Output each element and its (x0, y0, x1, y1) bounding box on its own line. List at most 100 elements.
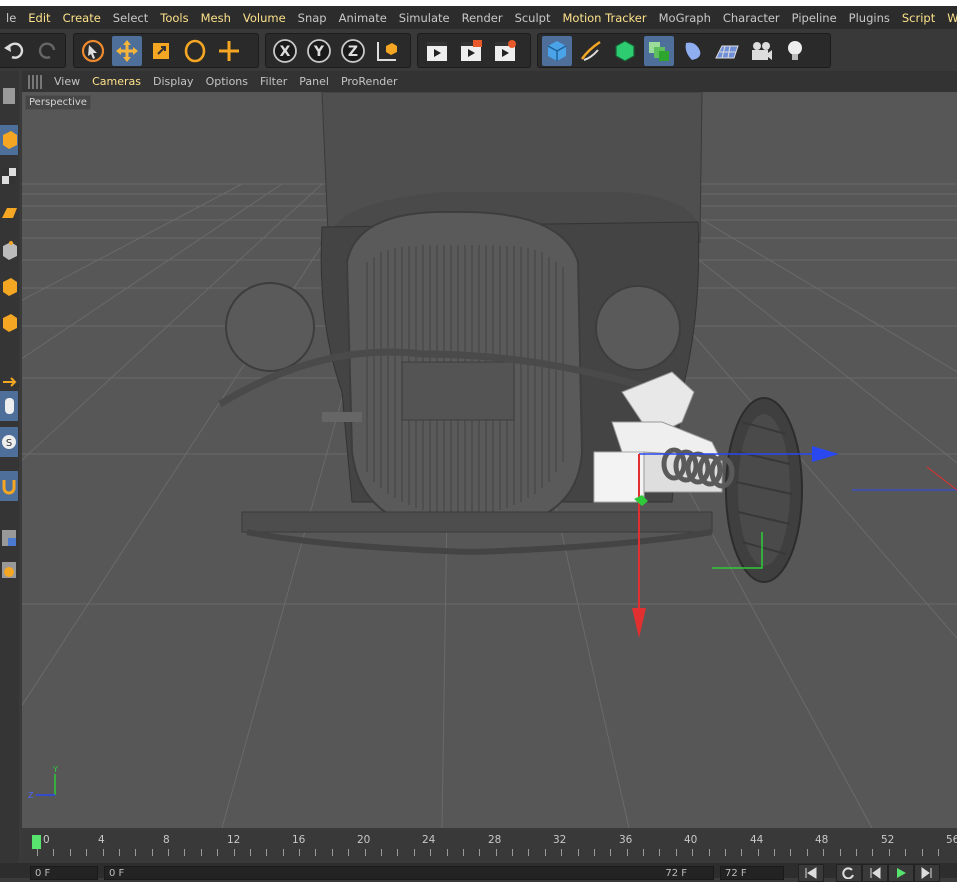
menu-simulate[interactable]: Simulate (393, 11, 456, 25)
floor-icon[interactable] (712, 36, 742, 66)
front-wheel (725, 397, 803, 583)
cube-primitive-icon[interactable] (542, 35, 572, 66)
lock-workplane-icon[interactable] (0, 523, 18, 553)
timeline-playhead[interactable] (32, 835, 41, 849)
world-axis-y-label: Y (52, 765, 58, 774)
timeline-frame-mark (184, 849, 186, 856)
z-axis-lock-icon[interactable]: Z (338, 36, 368, 66)
timeline-frame-mark (610, 849, 612, 856)
timeline-frame-mark (823, 849, 825, 856)
timeline-tick: 24 (422, 834, 436, 846)
step-forward-icon[interactable] (914, 864, 940, 882)
far-axis-hint (852, 466, 957, 491)
timeline-frame-mark (741, 849, 743, 856)
magnet-icon[interactable] (0, 471, 18, 501)
move-icon[interactable] (112, 35, 142, 66)
viewport-menu-view[interactable]: View (48, 75, 86, 88)
render-settings-icon[interactable] (490, 36, 520, 66)
deformer-icon[interactable] (678, 36, 708, 66)
goto-start-icon[interactable] (798, 864, 824, 882)
menu-motion-tracker[interactable]: Motion Tracker (556, 11, 652, 25)
timeline-frame-mark (266, 849, 268, 856)
menu-mograph[interactable]: MoGraph (653, 11, 717, 25)
scale-icon[interactable] (146, 36, 176, 66)
timeline-tick: 20 (357, 834, 371, 846)
timeline-frame-mark (888, 849, 890, 856)
viewport-menu-filter[interactable]: Filter (254, 75, 293, 88)
menu-mesh[interactable]: Mesh (195, 11, 237, 25)
menu-tools[interactable]: Tools (154, 11, 194, 25)
x-axis-lock-icon[interactable]: X (270, 36, 300, 66)
menu-create[interactable]: Create (57, 11, 107, 25)
texture-mode-icon[interactable] (0, 161, 18, 191)
perspective-viewport[interactable]: Y Z Perspective (22, 92, 957, 828)
menu-sculpt[interactable]: Sculpt (509, 11, 557, 25)
menu-select[interactable]: Select (107, 11, 154, 25)
svg-text:Y: Y (313, 44, 325, 60)
polygons-mode-icon[interactable] (0, 307, 18, 337)
menu-snap[interactable]: Snap (292, 11, 333, 25)
timeline-frame-mark (626, 849, 628, 856)
make-editable-icon[interactable] (0, 81, 18, 111)
menu-edit[interactable]: Edit (22, 11, 56, 25)
viewport-menu-display[interactable]: Display (147, 75, 200, 88)
menu-file[interactable]: le (0, 11, 22, 25)
timeline-frame-mark (643, 849, 645, 856)
live-selection-icon[interactable] (78, 36, 108, 66)
coordinate-system-icon[interactable] (372, 36, 402, 66)
timeline-frame-mark (233, 849, 235, 856)
play-backward-icon[interactable] (862, 864, 888, 882)
menu-window[interactable]: Window (941, 11, 957, 25)
timeline-frame-mark (118, 849, 120, 856)
timeline-frame-mark (86, 849, 88, 856)
array-icon[interactable] (644, 35, 674, 66)
edges-mode-icon[interactable] (0, 271, 18, 301)
timeline-frame-mark (757, 849, 759, 856)
timeline-frame-mark (348, 849, 350, 856)
snapping-icon[interactable]: S (0, 427, 18, 457)
timeline-frame-mark (905, 849, 907, 856)
menu-plugins[interactable]: Plugins (843, 11, 896, 25)
light-icon[interactable] (780, 36, 810, 66)
viewport-menu-cameras[interactable]: Cameras (86, 75, 147, 88)
viewport-menu-prorender[interactable]: ProRender (335, 75, 404, 88)
rotate-icon[interactable] (180, 36, 210, 66)
add-object-icon[interactable] (214, 36, 244, 66)
timeline-tick: 12 (227, 834, 241, 846)
loop-icon[interactable] (836, 864, 862, 882)
animation-controls: 0 F 0 F 72 F 72 F (0, 863, 957, 882)
menu-script[interactable]: Script (896, 11, 941, 25)
y-axis-lock-icon[interactable]: Y (304, 36, 334, 66)
menu-render[interactable]: Render (456, 11, 509, 25)
menu-pipeline[interactable]: Pipeline (786, 11, 843, 25)
timeline-frame-mark (806, 849, 808, 856)
timeline-frame-mark (495, 849, 497, 856)
timeline-frame-mark (708, 849, 710, 856)
undo-icon[interactable] (1, 36, 29, 66)
redo-icon[interactable] (33, 36, 61, 66)
sculpt-mode-icon[interactable] (0, 555, 18, 585)
timeline-frame-mark (577, 849, 579, 856)
viewport-menu-panel[interactable]: Panel (293, 75, 335, 88)
subdivision-surface-icon[interactable] (610, 36, 640, 66)
menu-character[interactable]: Character (717, 11, 786, 25)
model-mode-icon[interactable] (0, 125, 18, 155)
menu-animate[interactable]: Animate (333, 11, 393, 25)
timeline-frame-mark (462, 849, 464, 856)
svg-text:Z: Z (348, 44, 358, 60)
viewport-menu-options[interactable]: Options (200, 75, 254, 88)
play-forward-icon[interactable] (888, 864, 914, 882)
tweak-mode-icon[interactable] (0, 391, 18, 421)
render-view-icon[interactable] (422, 36, 452, 66)
timeline-frame-mark (168, 849, 170, 856)
menu-volume[interactable]: Volume (237, 11, 292, 25)
camera-icon[interactable] (746, 36, 776, 66)
points-mode-icon[interactable] (0, 235, 18, 265)
timeline-ruler[interactable]: 0 4 8 12 16 20 24 28 32 36 40 44 48 52 5… (22, 830, 957, 863)
pen-spline-icon[interactable] (576, 36, 606, 66)
timeline-frame-mark (69, 849, 71, 856)
render-to-picture-viewer-icon[interactable] (456, 36, 486, 66)
viewport-grip-icon[interactable] (28, 74, 42, 89)
workplane-mode-icon[interactable] (0, 197, 18, 227)
timeline-frame-mark (430, 849, 432, 856)
